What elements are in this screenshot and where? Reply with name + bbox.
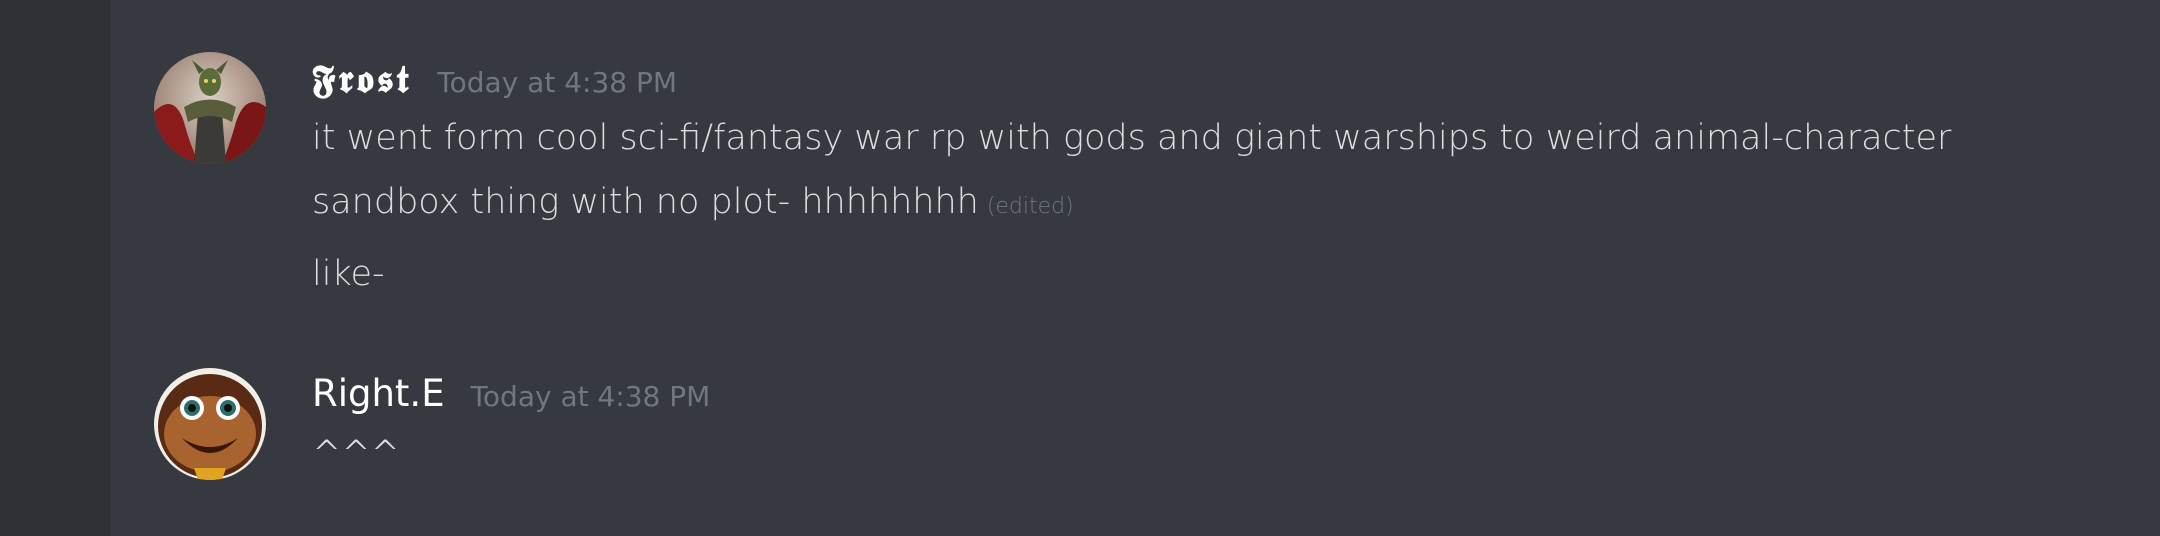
message-text: ^^^ (312, 434, 400, 474)
message-header: Right.E Today at 4:38 PM (312, 372, 710, 415)
timestamp[interactable]: Today at 4:38 PM (471, 380, 711, 413)
message-header: 𝕱𝖗𝖔𝖘𝖙 Today at 4:38 PM (312, 56, 677, 102)
message-text: it went form cool sci-fi/fantasy war rp … (312, 118, 1952, 158)
armored-figure-avatar-icon (154, 52, 266, 164)
username[interactable]: Right.E (312, 372, 445, 415)
cartoon-face-avatar-icon (154, 368, 266, 480)
message-text: like- (312, 254, 385, 294)
edited-label: (edited) (986, 194, 1074, 219)
left-sidebar-strip (0, 0, 110, 536)
username[interactable]: 𝕱𝖗𝖔𝖘𝖙 (312, 56, 411, 102)
user-avatar[interactable] (154, 52, 266, 164)
user-avatar[interactable] (154, 368, 266, 480)
message-text: sandbox thing with no plot- hhhhhhhh (edi… (312, 182, 1074, 222)
chat-messages: 𝕱𝖗𝖔𝖘𝖙 Today at 4:38 PM it went form cool… (110, 0, 2160, 536)
message-group: Right.E Today at 4:38 PM ^^^ (110, 330, 2160, 536)
message-group: 𝕱𝖗𝖔𝖘𝖙 Today at 4:38 PM it went form cool… (110, 0, 2160, 330)
timestamp[interactable]: Today at 4:38 PM (437, 66, 677, 99)
message-text-content: sandbox thing with no plot- hhhhhhhh (312, 182, 979, 222)
